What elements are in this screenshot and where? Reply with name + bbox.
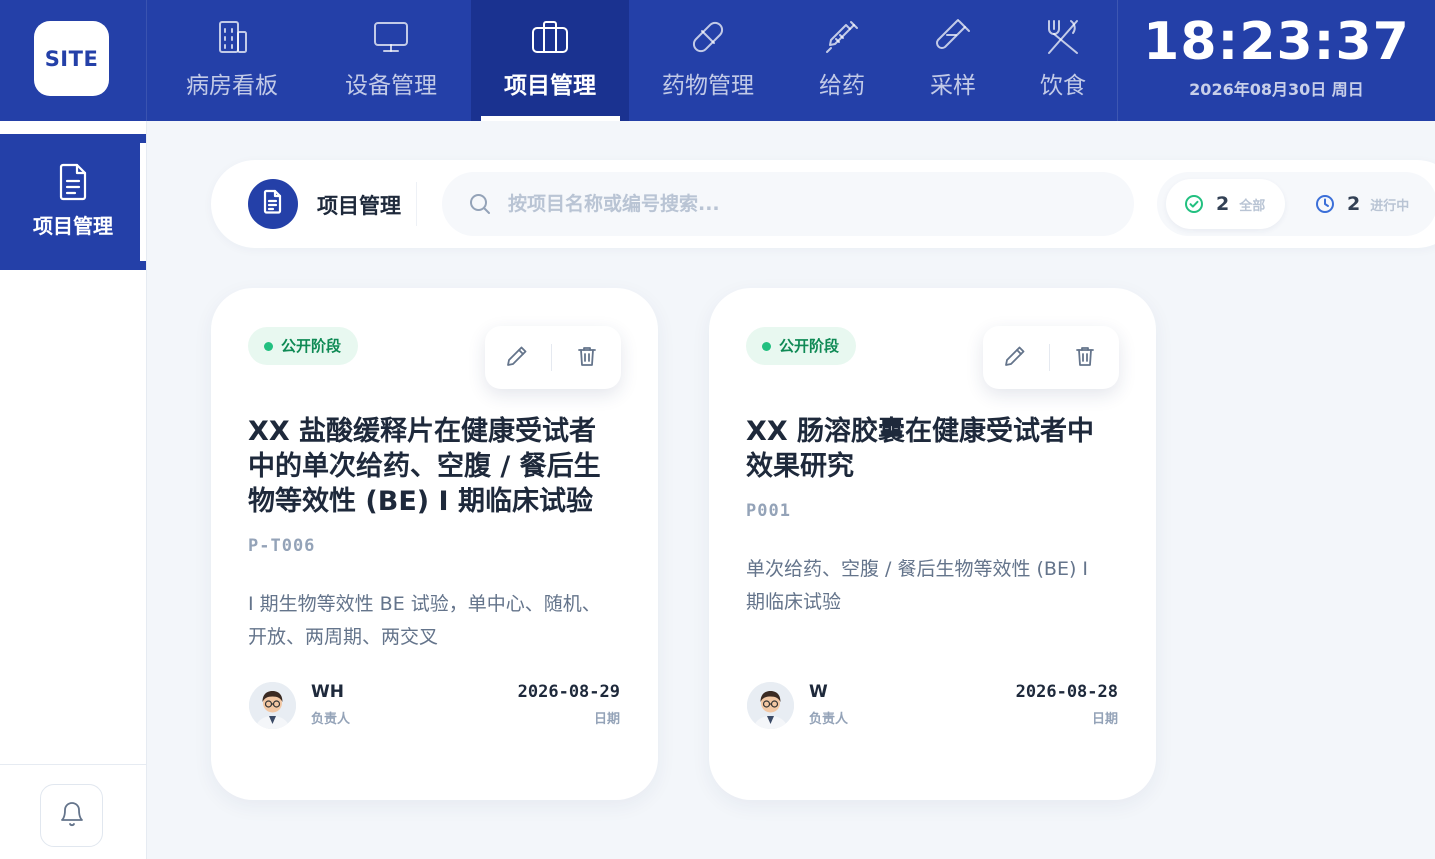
sidebar-item-projects[interactable]: 项目管理	[0, 134, 146, 270]
pencil-icon	[1003, 344, 1027, 372]
nav-item-label: 病房看板	[186, 73, 278, 99]
sidebar-item-label: 项目管理	[33, 214, 113, 238]
briefcase-icon	[529, 16, 571, 58]
stat-filter-all[interactable]: 2 全部	[1166, 179, 1285, 229]
page-title: 项目管理	[317, 194, 401, 218]
date-label: 日期	[593, 712, 620, 727]
owner-name: WH	[311, 682, 344, 702]
avatar	[249, 682, 296, 729]
nav-item-drugs[interactable]: 药物管理	[631, 0, 785, 121]
clock-time: 18:23:37	[1143, 12, 1410, 72]
project-card[interactable]: 公开阶段 XX 肠溶胶囊在健康受试者中效果研究 P001 单次给药、空腹 / 餐…	[709, 288, 1156, 800]
stats-filter-group: 2 全部 2 进行中	[1157, 172, 1435, 236]
stat-count: 2	[1347, 193, 1361, 215]
search-box	[442, 172, 1134, 236]
search-icon	[468, 192, 492, 216]
nav-item-label: 项目管理	[504, 73, 596, 99]
owner-name: W	[809, 682, 828, 702]
pill-icon	[687, 16, 729, 58]
project-date: 2026-08-28	[1015, 682, 1118, 702]
header-icon-badge	[248, 179, 298, 229]
pencil-icon	[505, 344, 529, 372]
document-icon	[261, 189, 285, 219]
project-code: P-T006	[248, 536, 316, 556]
project-description: I 期生物等效性 BE 试验，单中心、随机、开放、两周期、两交叉	[248, 593, 601, 648]
nav-item-label: 给药	[819, 73, 865, 99]
nav-item-ward-board[interactable]: 病房看板	[155, 0, 309, 121]
utensils-icon	[1042, 16, 1084, 58]
left-sidebar: 项目管理	[0, 121, 147, 859]
check-circle-icon	[1184, 194, 1204, 214]
edit-button[interactable]	[502, 343, 532, 373]
top-navigation-bar: SITE 病房看板 设备管理 项目管理 药物管理 给药 采样 饮食 18:23:…	[0, 0, 1435, 121]
stat-label: 全部	[1239, 198, 1266, 214]
delete-button[interactable]	[572, 343, 602, 373]
page-header-bar: 项目管理 2 全部 2 进行中	[211, 160, 1435, 248]
date-label: 日期	[1091, 712, 1118, 727]
avatar	[747, 682, 794, 729]
bell-icon	[57, 799, 87, 833]
actions-divider	[551, 344, 552, 371]
project-date: 2026-08-29	[517, 682, 620, 702]
nav-item-label: 设备管理	[345, 73, 437, 99]
status-badge: 公开阶段	[746, 327, 857, 365]
document-icon	[55, 162, 91, 202]
app-logo[interactable]: SITE	[34, 21, 109, 96]
owner-label: 负责人	[311, 712, 351, 727]
notifications-button[interactable]	[40, 784, 103, 847]
stat-count: 2	[1216, 193, 1230, 215]
logo-cell: SITE	[0, 0, 147, 121]
status-badge: 公开阶段	[248, 327, 359, 365]
monitor-icon	[370, 16, 412, 58]
stat-label: 进行中	[1370, 198, 1410, 214]
header-divider	[416, 182, 417, 226]
building-icon	[211, 16, 253, 58]
nav-item-label: 饮食	[1040, 73, 1086, 99]
sidebar-footer	[0, 764, 146, 859]
project-title: XX 肠溶胶囊在健康受试者中效果研究	[746, 416, 1095, 482]
trash-icon	[575, 344, 599, 372]
clock-icon	[1315, 194, 1335, 214]
clock-date: 2026年08月30日 周日	[1189, 80, 1364, 99]
test-tube-icon	[932, 16, 974, 58]
project-card[interactable]: 公开阶段 XX 盐酸缓释片在健康受试者中的单次给药、空腹 / 餐后生物等效性 (…	[211, 288, 658, 800]
syringe-icon	[821, 16, 863, 58]
edit-button[interactable]	[1000, 343, 1030, 373]
actions-divider	[1049, 344, 1050, 371]
nav-item-dosing[interactable]: 给药	[787, 0, 897, 121]
owner-label: 负责人	[809, 712, 849, 727]
nav-item-label: 采样	[930, 73, 976, 99]
clock-panel: 18:23:37 2026年08月30日 周日	[1117, 0, 1435, 121]
project-code: P001	[746, 501, 791, 521]
nav-item-label: 药物管理	[662, 73, 754, 99]
delete-button[interactable]	[1070, 343, 1100, 373]
nav-item-sampling[interactable]: 采样	[898, 0, 1008, 121]
nav-item-equipment[interactable]: 设备管理	[313, 0, 469, 121]
nav-item-diet[interactable]: 饮食	[1008, 0, 1118, 121]
card-actions	[983, 326, 1119, 389]
card-actions	[485, 326, 621, 389]
trash-icon	[1073, 344, 1097, 372]
stat-filter-in-progress[interactable]: 2 进行中	[1297, 179, 1422, 229]
project-title: XX 盐酸缓释片在健康受试者中的单次给药、空腹 / 餐后生物等效性 (BE) I…	[248, 416, 601, 517]
project-description: 单次给药、空腹 / 餐后生物等效性 (BE) I 期临床试验	[746, 558, 1089, 613]
search-input[interactable]	[508, 172, 1108, 236]
nav-item-projects[interactable]: 项目管理	[471, 0, 629, 121]
